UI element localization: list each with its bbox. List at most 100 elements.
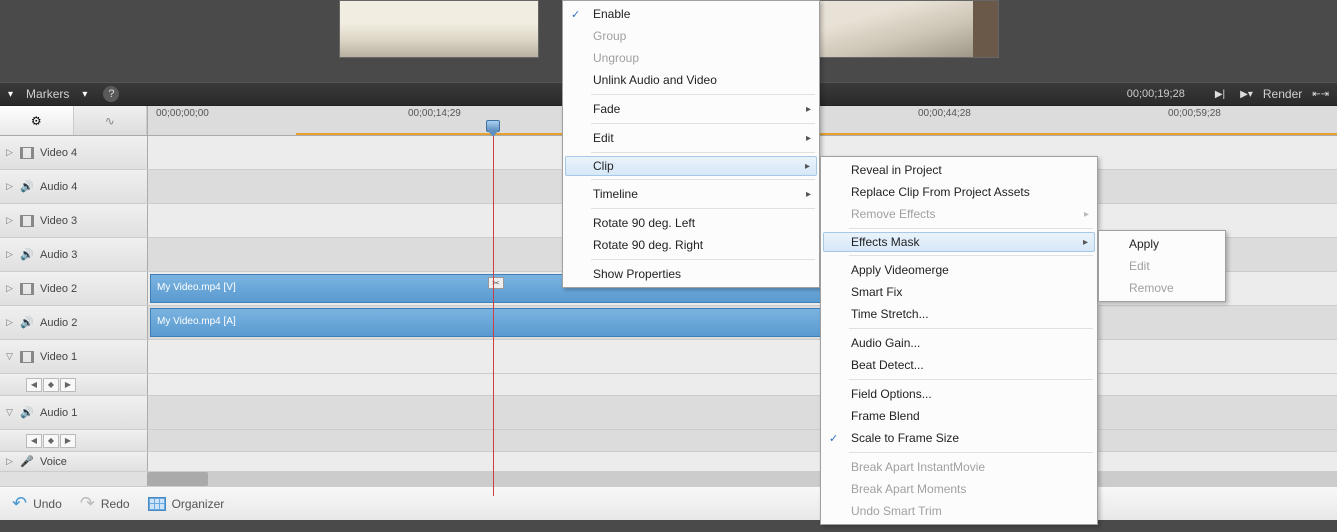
menu-item-enable[interactable]: ✓ Enable [565,3,817,25]
next-keyframe-button[interactable]: ▶ [60,434,76,448]
menu-item-scale-to-frame-size[interactable]: ✓Scale to Frame Size [823,427,1095,449]
redo-label: Redo [101,497,130,511]
menu-item-label: Fade [593,102,620,116]
render-button[interactable]: Render [1263,87,1302,101]
track-expand-toggle[interactable]: ▽ [6,407,14,418]
menu-item-frame-blend[interactable]: Frame Blend [823,405,1095,427]
expand-icon[interactable]: ⇤⇥ [1312,89,1329,100]
sliders-icon: ⚙ [31,114,42,128]
prev-keyframe-button[interactable]: ◀ [26,434,42,448]
track-label: Audio 3 [40,249,77,261]
menu-item-apply-videomerge[interactable]: Apply Videomerge [823,259,1095,281]
track-label: Audio 2 [40,317,77,329]
menu-item-reveal-in-project[interactable]: Reveal in Project [823,159,1095,181]
organizer-button[interactable]: Organizer [148,497,225,511]
filmstrip-icon [20,146,34,160]
track-expand-toggle[interactable]: ▷ [6,215,14,226]
track-expand-toggle[interactable]: ▷ [6,181,14,192]
next-keyframe-button[interactable]: ▶ [60,378,76,392]
menu-item-effects-mask[interactable]: Effects Mask [823,232,1095,252]
menu-item-label: Break Apart InstantMovie [851,460,985,474]
track-expand-toggle[interactable]: ▷ [6,147,14,158]
menu-separator [591,94,815,95]
scrollbar-thumb[interactable] [148,472,208,486]
track-expand-toggle[interactable]: ▷ [6,283,14,294]
context-menu-clip: Reveal in Project Replace Clip From Proje… [820,156,1098,525]
menu-item-unlink-audio-and-video[interactable]: Unlink Audio and Video [565,69,817,91]
add-keyframe-button[interactable]: ◆ [43,378,59,392]
menu-item-smart-fix[interactable]: Smart Fix [823,281,1095,303]
track-header[interactable]: ▷ Video 2 [0,272,148,305]
track-lane[interactable] [148,396,1337,429]
menu-item-rotate-90-deg-right[interactable]: Rotate 90 deg. Right [565,234,817,256]
track-label: Video 3 [40,215,77,227]
menu-item-label: Replace Clip From Project Assets [851,185,1030,199]
playhead[interactable] [486,120,500,132]
panel-menu-icon[interactable]: ▾ [8,89,13,100]
filmstrip-icon [20,214,34,228]
menu-item-apply[interactable]: Apply [1101,233,1223,255]
track-header[interactable]: ▷🔊Audio 2 [0,306,148,339]
filmstrip-icon [20,350,34,364]
menu-item-label: Scale to Frame Size [851,431,959,445]
track-expand-toggle[interactable]: ▷ [6,456,14,467]
undo-button[interactable]: ↶ Undo [12,493,62,514]
redo-icon: ↷ [80,493,95,514]
menu-item-time-stretch[interactable]: Time Stretch... [823,303,1095,325]
menu-item-label: Show Properties [593,267,681,281]
track-header[interactable]: ▷Video 4 [0,136,148,169]
menu-item-label: Effects Mask [851,235,919,249]
menu-item-label: Enable [593,7,630,21]
menu-item-beat-detect[interactable]: Beat Detect... [823,354,1095,376]
add-keyframe-button[interactable]: ◆ [43,434,59,448]
menu-item-replace-clip-from-project-assets[interactable]: Replace Clip From Project Assets [823,181,1095,203]
speaker-icon: 🔊 [20,180,34,194]
track-label: Video 2 [40,283,77,295]
menu-item-label: Beat Detect... [851,358,924,372]
markers-dropdown[interactable]: Markers [21,87,74,101]
help-icon[interactable]: ? [103,86,119,102]
waveform-icon: ∿ [105,114,115,128]
track-expand-toggle[interactable]: ▽ [6,351,14,362]
next-frame-button[interactable]: ▶| [1215,89,1225,100]
menu-item-show-properties[interactable]: Show Properties [565,263,817,285]
menu-item-label: Time Stretch... [851,307,929,321]
track-header[interactable]: ▽Video 1 [0,340,148,373]
redo-button[interactable]: ↷ Redo [80,493,130,514]
menu-item-label: Remove [1129,281,1174,295]
menu-item-fade[interactable]: Fade [565,98,817,120]
menu-separator [849,452,1093,453]
menu-item-clip[interactable]: Clip [565,156,817,176]
menu-item-rotate-90-deg-left[interactable]: Rotate 90 deg. Left [565,212,817,234]
menu-item-timeline[interactable]: Timeline [565,183,817,205]
timeline-tool-settings[interactable]: ⚙ [0,106,74,135]
menu-item-label: Clip [593,159,614,173]
horizontal-scrollbar[interactable] [0,472,1337,486]
track-header[interactable]: ▷ Video 3 [0,204,148,237]
menu-item-edit[interactable]: Edit [565,127,817,149]
menu-item-audio-gain[interactable]: Audio Gain... [823,332,1095,354]
prev-keyframe-button[interactable]: ◀ [26,378,42,392]
menu-item-label: Rotate 90 deg. Right [593,238,703,252]
voice-track: ▷ 🎤 Voice [0,452,1337,472]
track-header[interactable]: ▷🔊Audio 4 [0,170,148,203]
goto-marker-button[interactable]: ▶▾ [1240,89,1253,100]
track-lane[interactable]: My Video.mp4 [A] [148,306,1337,339]
menu-item-ungroup: Ungroup [565,47,817,69]
track-header[interactable]: ▷🔊Audio 3 [0,238,148,271]
menu-item-label: Break Apart Moments [851,482,966,496]
ruler-tick: 00;00;14;29 [408,108,461,119]
playhead-line [493,136,494,496]
track-header[interactable]: ▽🔊Audio 1 [0,396,148,429]
menu-item-remove-effects: Remove Effects [823,203,1095,225]
check-icon: ✓ [571,8,580,21]
track-expand-toggle[interactable]: ▷ [6,317,14,328]
context-menu-effects-mask: ApplyEditRemove [1098,230,1226,302]
timeline-tool-waveform[interactable]: ∿ [74,106,148,135]
menu-item-label: Undo Smart Trim [851,504,942,518]
menu-item-field-options[interactable]: Field Options... [823,383,1095,405]
track-lane[interactable] [148,340,1337,373]
cut-marker-icon[interactable]: ✂ [488,277,504,289]
menu-separator [849,328,1093,329]
track-expand-toggle[interactable]: ▷ [6,249,14,260]
